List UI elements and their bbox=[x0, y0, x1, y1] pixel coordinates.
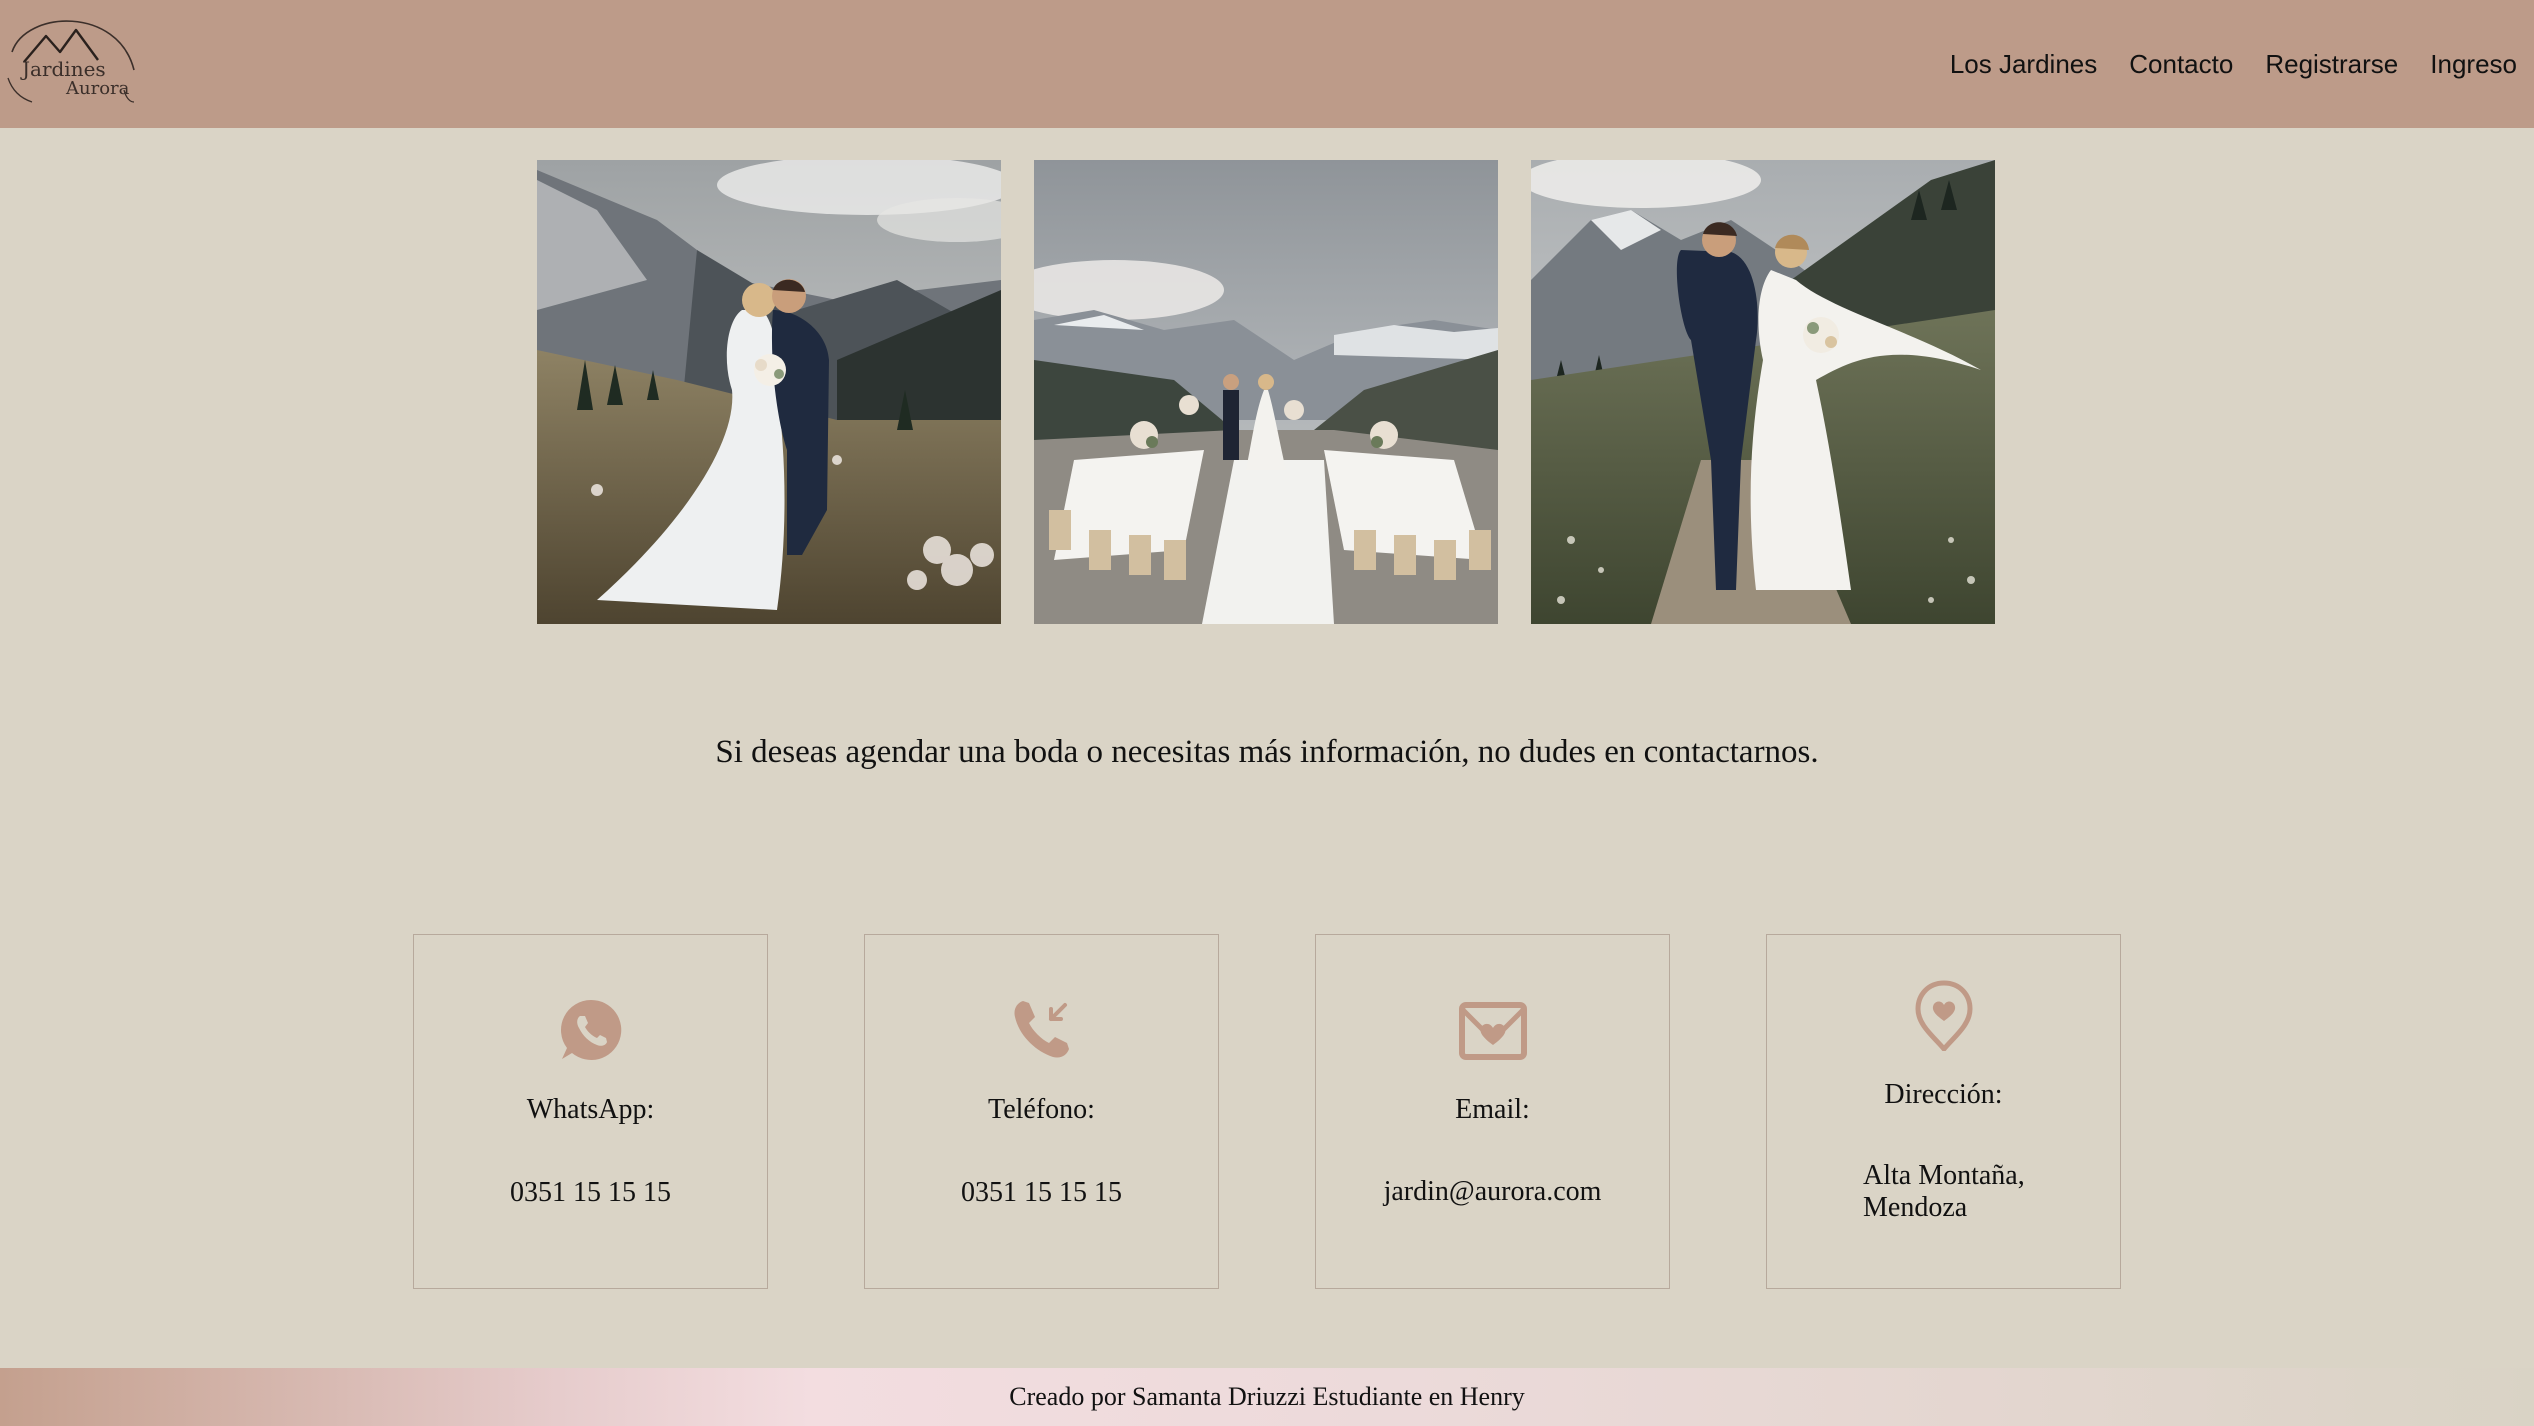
nav-los-jardines[interactable]: Los Jardines bbox=[1950, 49, 2097, 80]
whatsapp-number[interactable]: 0351 15 15 15 bbox=[414, 1177, 767, 1209]
telefono-number[interactable]: 0351 15 15 15 bbox=[865, 1177, 1218, 1209]
footer-credit-text: Creado por Samanta Driuzzi Estudiante en… bbox=[1009, 1382, 1525, 1411]
contact-card-whatsapp: WhatsApp: 0351 15 15 15 bbox=[413, 934, 768, 1289]
gallery-photo-couple-walking bbox=[1531, 160, 1995, 624]
gallery-photo-couple-meadow bbox=[537, 160, 1001, 624]
couple-walking-path-photo bbox=[1531, 160, 1995, 624]
top-navigation-bar: Jardines Aurora Los Jardines Contacto Re… bbox=[0, 0, 2534, 128]
outdoor-wedding-tables-photo bbox=[1034, 160, 1498, 624]
location-heart-icon[interactable] bbox=[1767, 979, 2120, 1051]
nav-ingreso[interactable]: Ingreso bbox=[2430, 49, 2517, 80]
couple-mountain-meadow-photo bbox=[537, 160, 1001, 624]
nav-contacto[interactable]: Contacto bbox=[2129, 49, 2233, 80]
mail-heart-icon[interactable] bbox=[1316, 997, 1669, 1063]
svg-text:Aurora: Aurora bbox=[65, 78, 130, 99]
gallery-photo-wedding-tables bbox=[1034, 160, 1498, 624]
photo-gallery bbox=[537, 160, 1995, 624]
direccion-line-2: Mendoza bbox=[1863, 1192, 1968, 1223]
email-address[interactable]: jardin@aurora.com bbox=[1316, 1176, 1669, 1208]
jardines-aurora-logo[interactable]: Jardines Aurora bbox=[6, 12, 136, 104]
whatsapp-icon[interactable] bbox=[414, 997, 767, 1063]
telefono-label: Teléfono: bbox=[988, 1094, 1095, 1125]
direccion-line-1: Alta Montaña, bbox=[1863, 1160, 2025, 1191]
nav-registrarse[interactable]: Registrarse bbox=[2265, 49, 2398, 80]
contact-card-direccion: Dirección: Alta Montaña, Mendoza bbox=[1766, 934, 2121, 1289]
main-nav: Los Jardines Contacto Registrarse Ingres… bbox=[1950, 0, 2517, 128]
contact-card-telefono: Teléfono: 0351 15 15 15 bbox=[864, 934, 1219, 1289]
contact-invitation-text: Si deseas agendar una boda o necesitas m… bbox=[715, 734, 1819, 770]
page-footer: Creado por Samanta Driuzzi Estudiante en… bbox=[0, 1368, 2534, 1426]
phone-incoming-icon[interactable] bbox=[865, 997, 1218, 1063]
contact-cards: WhatsApp: 0351 15 15 15 Teléfono: 0351 1… bbox=[413, 934, 2121, 1289]
direccion-label: Dirección: bbox=[1884, 1079, 2003, 1110]
contact-card-email: Email: jardin@aurora.com bbox=[1315, 934, 1670, 1289]
email-label: Email: bbox=[1455, 1094, 1530, 1125]
direccion-address: Alta Montaña, Mendoza bbox=[1767, 1160, 2120, 1224]
whatsapp-label: WhatsApp: bbox=[526, 1094, 655, 1125]
